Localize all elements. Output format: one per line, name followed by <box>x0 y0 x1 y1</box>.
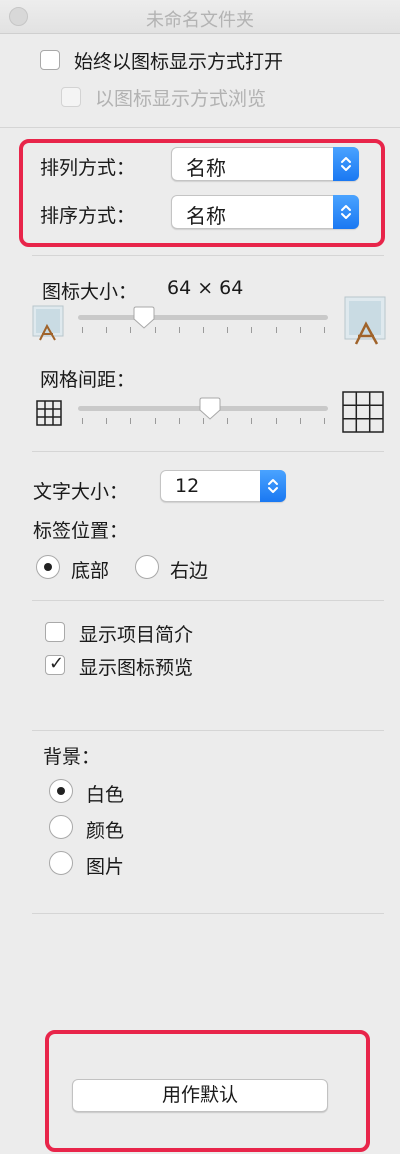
small-icon-preview-icon <box>30 304 66 346</box>
slider-tick <box>299 418 301 424</box>
slider-tick <box>227 327 229 333</box>
separator <box>32 913 384 914</box>
slider-tick <box>251 418 253 424</box>
small-grid-icon <box>36 400 62 430</box>
slider-tick <box>275 418 277 424</box>
show-icon-preview-label: 显示图标预览 <box>79 657 194 679</box>
slider-tick <box>130 327 132 333</box>
icon-size-slider[interactable] <box>78 306 328 337</box>
use-as-defaults-button[interactable]: 用作默认 <box>72 1079 328 1112</box>
large-icon-preview-icon <box>341 294 391 350</box>
checkmark-icon: ✓ <box>49 653 65 674</box>
slider-track <box>78 315 328 320</box>
slider-tick <box>82 327 83 333</box>
background-label: 背景： <box>43 746 101 768</box>
text-size-select[interactable]: 12 <box>160 470 286 502</box>
window-title: 未命名文件夹 <box>146 10 254 31</box>
show-item-info-label: 显示项目简介 <box>79 624 194 646</box>
separator <box>32 255 384 256</box>
slider-tick <box>251 327 253 333</box>
arrange-by-select[interactable]: 名称 <box>171 147 359 181</box>
slider-tick <box>275 327 277 333</box>
slider-tick <box>106 327 108 333</box>
radio-background-white[interactable] <box>49 779 73 803</box>
grid-spacing-label: 网格间距： <box>40 369 136 391</box>
text-size-value: 12 <box>175 475 200 497</box>
label-right-text: 右边 <box>170 560 209 582</box>
slider-thumb[interactable] <box>132 306 156 330</box>
slider-tick <box>227 418 229 424</box>
slider-tick <box>324 418 325 424</box>
title-bar: 未命名文件夹 <box>0 0 400 34</box>
background-white-text: 白色 <box>86 784 125 806</box>
radio-selected-dot <box>44 563 52 571</box>
radio-selected-dot <box>57 787 65 795</box>
radio-background-picture[interactable] <box>49 851 73 875</box>
slider-tick <box>299 327 301 333</box>
icon-size-label: 图标大小： <box>42 281 138 303</box>
sort-by-value: 名称 <box>186 204 226 228</box>
large-grid-icon <box>342 391 384 437</box>
radio-background-color[interactable] <box>49 815 73 839</box>
arrange-by-label: 排列方式： <box>40 157 136 179</box>
separator <box>32 600 384 601</box>
chevron-updown-icon <box>333 195 359 229</box>
slider-tick <box>324 327 325 333</box>
slider-tick <box>106 418 108 424</box>
label-bottom-text: 底部 <box>71 560 110 582</box>
icon-size-value: 64 × 64 <box>167 277 244 299</box>
always-open-icon-view-checkbox[interactable] <box>40 50 60 70</box>
background-color-text: 颜色 <box>86 820 125 842</box>
show-item-info-checkbox[interactable] <box>45 622 65 642</box>
label-position-label: 标签位置： <box>33 520 129 542</box>
browse-icon-view-checkbox <box>61 87 81 107</box>
sort-by-label: 排序方式： <box>40 205 136 227</box>
radio-label-right[interactable] <box>135 555 159 579</box>
slider-tick <box>178 327 180 333</box>
chevron-updown-icon <box>333 147 359 181</box>
slider-tick <box>82 418 83 424</box>
text-size-label: 文字大小： <box>33 481 129 503</box>
show-icon-preview-checkbox[interactable]: ✓ <box>45 653 65 675</box>
radio-label-bottom[interactable] <box>36 555 60 579</box>
slider-thumb[interactable] <box>198 397 222 421</box>
slider-tick <box>203 327 204 333</box>
slider-tick <box>178 418 180 424</box>
grid-spacing-slider[interactable] <box>78 397 328 428</box>
slider-tick <box>130 418 132 424</box>
separator <box>32 451 384 452</box>
background-picture-text: 图片 <box>86 856 125 878</box>
slider-tick <box>154 418 156 424</box>
arrange-by-value: 名称 <box>186 156 226 180</box>
separator <box>32 730 384 731</box>
always-open-icon-view-label: 始终以图标显示方式打开 <box>74 51 284 73</box>
sort-by-select[interactable]: 名称 <box>171 195 359 229</box>
separator <box>0 127 400 128</box>
browse-icon-view-label: 以图标显示方式浏览 <box>95 88 267 110</box>
chevron-updown-icon <box>260 470 286 502</box>
